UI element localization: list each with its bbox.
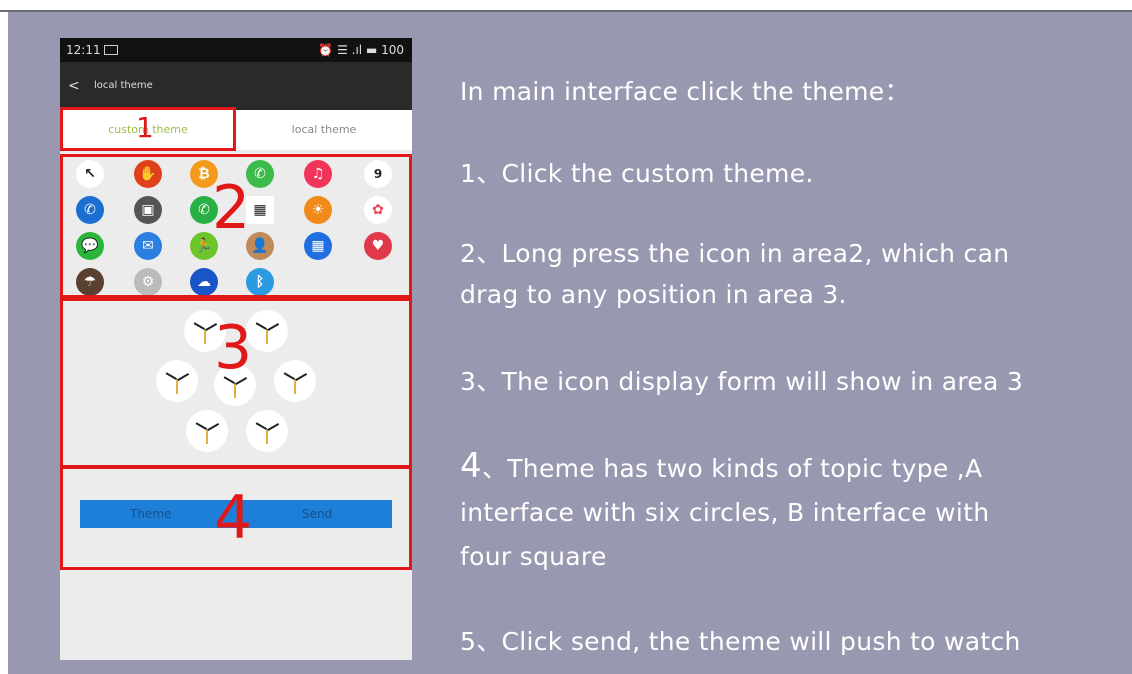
top-divider xyxy=(0,0,1132,12)
instruction-step-5: 5、Click send, the theme will push to wat… xyxy=(460,627,1021,656)
image-notification-icon xyxy=(104,45,118,55)
status-time: 12:11 xyxy=(66,43,101,57)
instructions-heading: In main interface click the theme： xyxy=(460,77,910,106)
area-2-label: 2 xyxy=(212,173,251,243)
instruction-step-3: 3、The icon display form will show in are… xyxy=(460,367,1024,396)
area-4-label: 4 xyxy=(214,483,253,553)
instruction-step-1: 1、Click the custom theme. xyxy=(460,159,814,188)
tab-local-theme[interactable]: local theme xyxy=(236,110,412,150)
area-3-label: 3 xyxy=(214,313,253,383)
instruction-step-2-line-1: 2、Long press the icon in area2, which ca… xyxy=(460,239,1010,268)
instruction-step-4-line-2: interface with six circles, B interface … xyxy=(460,498,990,527)
area-1-label: 1 xyxy=(136,111,154,144)
instruction-step-4-line-3: four square xyxy=(460,542,607,571)
instruction-step-4-line-1: 4、Theme has two kinds of topic type ,A xyxy=(460,446,982,486)
instruction-step-4-number: 4 xyxy=(460,446,482,486)
status-bar: 12:11 ⏰ ☰ .ıl ▬ 100 xyxy=(60,38,412,62)
app-bar: < local theme xyxy=(60,62,412,110)
instruction-step-2-line-2: drag to any position in area 3. xyxy=(460,280,847,309)
status-indicators: ⏰ ☰ .ıl ▬ 100 xyxy=(318,43,404,57)
instruction-step-4-text: 、Theme has two kinds of topic type ,A xyxy=(481,454,983,483)
back-icon[interactable]: < xyxy=(68,62,80,110)
app-bar-title: local theme xyxy=(94,80,153,91)
